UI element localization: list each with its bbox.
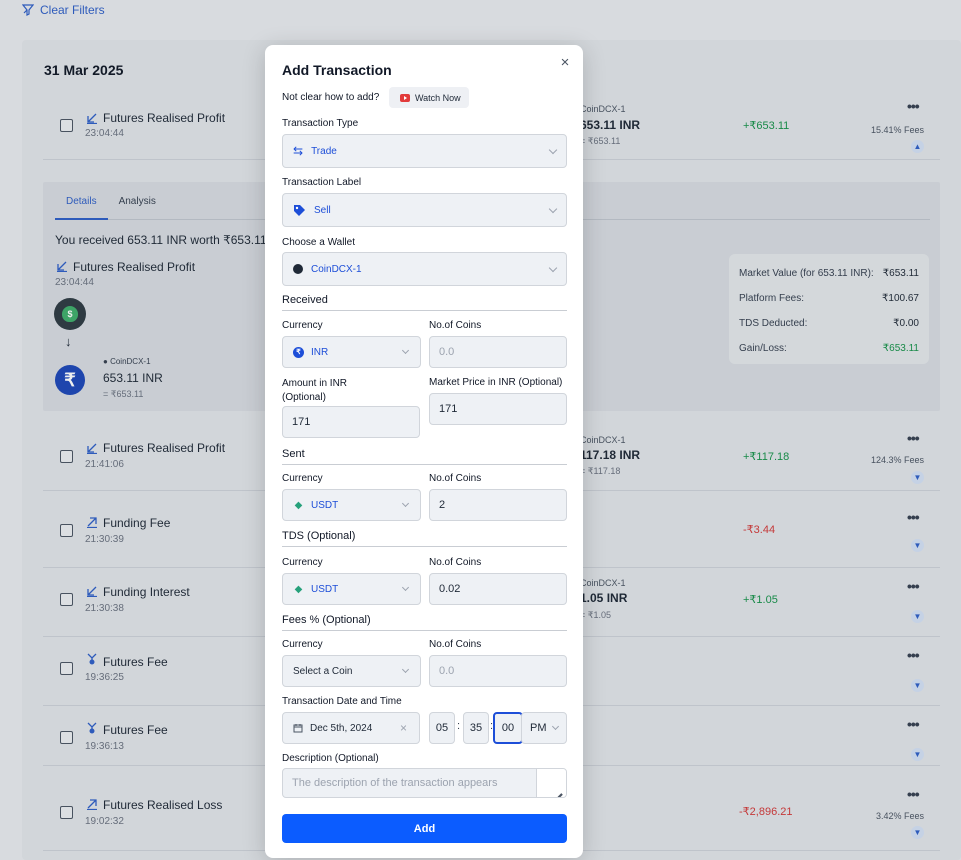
clear-date-icon[interactable]: ×	[400, 721, 407, 735]
transaction-label-label: Transaction Label	[282, 177, 362, 188]
swap-icon: ⇆	[293, 144, 304, 158]
tds-currency-value: USDT	[311, 583, 339, 595]
usdt-icon: ◆	[294, 499, 303, 511]
tds-section-title: TDS (Optional)	[282, 530, 567, 547]
description-textarea[interactable]: The description of the transaction appea…	[282, 768, 567, 798]
inr-icon: ₹	[293, 346, 304, 358]
second-input[interactable]: 00	[493, 712, 523, 744]
sent-section-title: Sent	[282, 448, 567, 465]
chevron-down-icon	[401, 346, 410, 355]
hour-input[interactable]: 05	[429, 712, 455, 744]
transaction-label-value: Sell	[314, 204, 331, 216]
sent-currency-select[interactable]: ◆ USDT	[282, 489, 421, 521]
sent-currency-label: Currency	[282, 473, 323, 484]
chevron-down-icon	[401, 665, 410, 674]
date-value: Dec 5th, 2024	[310, 722, 373, 734]
amount-inr-label: Amount in INR (Optional)	[282, 378, 348, 403]
datetime-label: Transaction Date and Time	[282, 696, 402, 707]
chevron-down-icon	[548, 145, 558, 155]
received-currency-value: INR	[311, 346, 329, 358]
market-price-input[interactable]: 171	[429, 393, 567, 425]
coindcx-logo-icon	[293, 264, 303, 274]
sent-currency-value: USDT	[311, 499, 339, 511]
resize-handle-icon[interactable]	[536, 769, 566, 797]
description-placeholder: The description of the transaction appea…	[292, 777, 498, 789]
ampm-select[interactable]: PM	[521, 712, 567, 744]
fees-currency-label: Currency	[282, 639, 323, 650]
tds-currency-select[interactable]: ◆ USDT	[282, 573, 421, 605]
calendar-icon	[293, 724, 303, 733]
tds-coins-input[interactable]: 0.02	[429, 573, 567, 605]
add-button[interactable]: Add	[282, 814, 567, 843]
modal-title: Add Transaction	[282, 62, 392, 78]
fees-coins-label: No.of Coins	[429, 639, 482, 650]
transaction-type-label: Transaction Type	[282, 118, 359, 129]
youtube-icon	[400, 93, 410, 102]
usdt-icon: ◆	[294, 583, 303, 595]
description-label: Description (Optional)	[282, 753, 379, 764]
amount-inr-input[interactable]: 171	[282, 406, 420, 438]
chevron-down-icon	[548, 204, 558, 214]
add-transaction-modal: Add Transaction × Not clear how to add? …	[265, 45, 583, 858]
date-picker[interactable]: Dec 5th, 2024 ×	[282, 712, 420, 744]
transaction-type-select[interactable]: ⇆ Trade	[282, 134, 567, 168]
received-currency-label: Currency	[282, 320, 323, 331]
transaction-type-value: Trade	[311, 145, 337, 157]
chevron-down-icon	[551, 722, 560, 731]
received-section-title: Received	[282, 294, 567, 311]
transaction-label-select[interactable]: Sell	[282, 193, 567, 227]
market-price-label: Market Price in INR (Optional)	[429, 377, 563, 388]
sent-coins-label: No.of Coins	[429, 473, 482, 484]
received-coins-label: No.of Coins	[429, 320, 482, 331]
fees-section-title: Fees % (Optional)	[282, 614, 567, 631]
chevron-down-icon	[548, 263, 558, 273]
wallet-label: Choose a Wallet	[282, 237, 355, 248]
wallet-select[interactable]: CoinDCX-1	[282, 252, 567, 286]
fees-coins-input[interactable]: 0.0	[429, 655, 567, 687]
help-text: Not clear how to add?	[282, 92, 380, 103]
chevron-down-icon	[401, 499, 410, 508]
watch-now-label: Watch Now	[415, 92, 461, 103]
watch-now-button[interactable]: Watch Now	[389, 87, 469, 108]
fees-currency-placeholder: Select a Coin	[293, 665, 353, 677]
chevron-down-icon	[401, 583, 410, 592]
received-currency-select[interactable]: ₹ INR	[282, 336, 421, 368]
fees-currency-select[interactable]: Select a Coin	[282, 655, 421, 687]
tds-currency-label: Currency	[282, 557, 323, 568]
close-icon[interactable]: ×	[558, 55, 572, 70]
received-coins-input[interactable]: 0.0	[429, 336, 567, 368]
minute-input[interactable]: 35	[463, 712, 489, 744]
time-separator: :	[457, 720, 461, 732]
tds-coins-label: No.of Coins	[429, 557, 482, 568]
ampm-value: PM	[530, 722, 547, 734]
sent-coins-input[interactable]: 2	[429, 489, 567, 521]
wallet-value: CoinDCX-1	[311, 263, 362, 275]
tag-icon	[294, 204, 305, 216]
